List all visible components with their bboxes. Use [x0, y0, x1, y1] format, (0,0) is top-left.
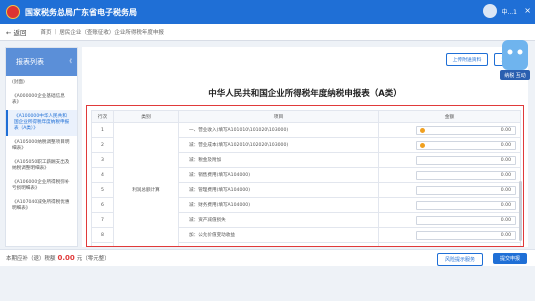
- assistant-mascot-icon[interactable]: 纳税 互动: [500, 36, 530, 80]
- item-label: 加：公允价值变动收益: [178, 227, 379, 243]
- tax-due-label: 本期应补（退）税额: [6, 256, 56, 262]
- declaration-table: 行次 类别 项目 金额 1 利润总额计算 一、营业收入(填写A101010\1010…: [91, 110, 521, 246]
- amount-input[interactable]: 0.00: [416, 170, 516, 180]
- tax-due-value: 0.00: [57, 254, 75, 262]
- amount-input[interactable]: 0.00: [416, 125, 516, 135]
- item-label: 减：资产减值损失: [178, 212, 379, 228]
- sidebar-item-cover[interactable]: (封面): [6, 76, 77, 90]
- amount-input[interactable]: 0.00: [416, 140, 516, 150]
- line-number: 5: [91, 182, 114, 198]
- line-number: 4: [91, 167, 114, 183]
- amount-cell: 0.00: [378, 227, 521, 243]
- back-button[interactable]: ← 返回: [6, 27, 27, 37]
- main-panel: 上传附送资料 重置 中华人民共和国企业所得税年度纳税申报表（A类） 行次 类别 …: [82, 47, 528, 247]
- close-icon[interactable]: ×: [524, 6, 531, 15]
- line-number: 7: [91, 212, 114, 228]
- tax-bureau-logo-icon: [6, 5, 20, 19]
- amount-input[interactable]: 0.00: [416, 245, 516, 246]
- amount-value: 0.00: [500, 232, 511, 238]
- sidebar-item-a105000[interactable]: 《A105000纳税调整项目明细表》: [6, 136, 77, 156]
- amount-value: 0.00: [500, 127, 511, 133]
- line-number: 8: [91, 227, 114, 243]
- amount-cell: 0.00: [378, 197, 521, 213]
- col-header-line-no: 行次: [91, 110, 114, 123]
- sidebar-item-a107040[interactable]: 《A107040减免所得税优惠明细表》: [6, 196, 77, 216]
- collapse-sidebar-icon[interactable]: 《: [67, 58, 72, 65]
- amount-input[interactable]: 0.00: [416, 230, 516, 240]
- warning-icon[interactable]: [420, 143, 425, 148]
- user-avatar-icon: [483, 4, 498, 18]
- back-label: 返回: [13, 29, 27, 37]
- sidebar-item-a100000[interactable]: 《A100000中华人民共和国企业所得税年度纳税申报表（A类）》: [6, 110, 77, 136]
- amount-value: 0.00: [500, 202, 511, 208]
- table-row: 1 利润总额计算 一、营业收入(填写A101010\101020\103000) 0.…: [91, 122, 521, 246]
- report-list-sidebar: 报表列表 《 (封面) 《A000000企业基础信息表》 《A100000中华人…: [5, 47, 78, 247]
- amount-cell: 0.00: [378, 182, 521, 198]
- amount-value: 0.00: [500, 157, 511, 163]
- submit-declaration-button[interactable]: 提交申报: [492, 253, 527, 264]
- warning-icon[interactable]: [420, 128, 425, 133]
- amount-input[interactable]: 0.00: [416, 185, 516, 195]
- amount-input[interactable]: 0.00: [416, 155, 516, 165]
- item-label: 减：销售费用(填写A104000): [178, 167, 379, 183]
- amount-value: 0.00: [500, 142, 511, 148]
- breadcrumb-separator: |: [54, 29, 57, 35]
- amount-value: 0.00: [500, 217, 511, 223]
- col-header-category: 类别: [113, 110, 179, 123]
- breadcrumb-bar: ← 返回 首页 | 居民企业（查账征收）企业所得税年度申报: [0, 24, 535, 41]
- amount-input[interactable]: 0.00: [416, 215, 516, 225]
- breadcrumb-current: 居民企业（查账征收）企业所得税年度申报: [59, 30, 164, 36]
- item-label: 减：营业成本(填写A102010\102020\103000): [178, 137, 379, 153]
- amount-value: 0.00: [500, 172, 511, 178]
- breadcrumb-home[interactable]: 首页: [41, 28, 52, 36]
- line-number: 2: [91, 137, 114, 153]
- tax-due-suffix: 元（零元整）: [76, 256, 110, 262]
- form-title: 中华人民共和国企业所得税年度纳税申报表（A类）: [208, 89, 402, 99]
- line-number: 9: [91, 242, 114, 246]
- table-scrollbar[interactable]: [519, 181, 522, 241]
- amount-cell: 0.00: [378, 152, 521, 168]
- sidebar-item-a105050[interactable]: 《A105050职工薪酬支出及纳税调整明细表》: [6, 156, 77, 176]
- category-cell: 利润总额计算: [113, 122, 179, 246]
- app-title: 国家税务总局广东省电子税务局: [25, 7, 137, 17]
- amount-input[interactable]: 0.00: [416, 200, 516, 210]
- amount-cell: 0.00: [378, 212, 521, 228]
- risk-tips-button[interactable]: 风险提示服务: [436, 253, 483, 266]
- top-bar: 国家税务总局广东省电子税务局 中...1 ×: [0, 0, 535, 24]
- user-name: 中...1: [501, 8, 517, 16]
- sidebar-item-a000000[interactable]: 《A000000企业基础信息表》: [6, 90, 77, 110]
- item-label: 一、营业收入(填写A101010\101020\103000): [178, 122, 379, 138]
- item-label: 减：税金及附加: [178, 152, 379, 168]
- item-label: 减：财务费用(填写A104000): [178, 197, 379, 213]
- col-header-amount: 金额: [378, 110, 521, 123]
- amount-cell: 0.00: [378, 122, 521, 138]
- sidebar-title: 报表列表: [16, 58, 44, 66]
- user-menu[interactable]: 中...1: [483, 4, 517, 18]
- footer-bar: 本期应补（退）税额 0.00 元（零元整） 风险提示服务 提交申报: [0, 249, 535, 266]
- amount-cell: 0.00: [378, 242, 521, 246]
- amount-cell: 0.00: [378, 167, 521, 183]
- item-label: 减：管理费用(填写A104000): [178, 182, 379, 198]
- line-number: 6: [91, 197, 114, 213]
- sidebar-header: 报表列表 《: [6, 48, 77, 76]
- mascot-label: 纳税 互动: [504, 72, 526, 79]
- table-header-row: 行次 类别 项目 金额: [91, 110, 521, 123]
- col-header-item: 项目: [178, 110, 379, 123]
- amount-cell: 0.00: [378, 137, 521, 153]
- line-number: 1: [91, 122, 114, 138]
- sidebar-item-a106000[interactable]: 《A106000企业所得税弥补亏损明细表》: [6, 176, 77, 196]
- amount-value: 0.00: [500, 187, 511, 193]
- line-number: 3: [91, 152, 114, 168]
- highlighted-table-region: 行次 类别 项目 金额 1 利润总额计算 一、营业收入(填写A101010\1010…: [86, 105, 524, 247]
- upload-attachments-button[interactable]: 上传附送资料: [445, 53, 489, 66]
- item-label: 加：投资收益: [178, 242, 379, 246]
